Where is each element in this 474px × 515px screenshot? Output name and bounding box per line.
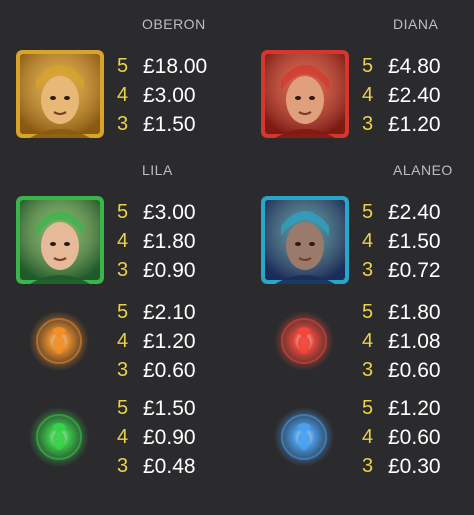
symbol-count: 4 (362, 330, 374, 352)
pay-row: 4 £2.40 (362, 81, 441, 110)
pay-row: 3 £0.48 (117, 452, 196, 481)
red-fairy-orb-icon (273, 310, 335, 372)
symbol-count: 3 (362, 455, 374, 477)
blue-fairy-orb-icon (273, 406, 335, 468)
symbol-count: 3 (117, 259, 129, 281)
lila-portrait (16, 196, 104, 284)
payout-amount: £2.40 (388, 200, 441, 224)
pay-row: 4 £1.50 (362, 227, 441, 256)
pay-row: 3 £0.72 (362, 256, 441, 285)
symbol-count: 3 (117, 359, 129, 381)
payout-amount: £0.90 (143, 258, 196, 282)
symbol-count: 4 (362, 84, 374, 106)
symbol-count: 5 (117, 201, 129, 223)
pay-values: 5 £4.80 4 £2.40 3 £1.20 (362, 52, 441, 139)
symbol-name: ALANEO (393, 162, 453, 178)
payout-amount: £1.20 (388, 396, 441, 420)
symbol-name: DIANA (393, 16, 439, 32)
pay-row: 4 £1.20 (117, 327, 196, 356)
symbol-count: 4 (362, 230, 374, 252)
symbol-count: 3 (117, 455, 129, 477)
alaneo-portrait (261, 196, 349, 284)
payout-amount: £0.60 (388, 425, 441, 449)
pay-row: 3 £1.50 (117, 110, 207, 139)
symbol-count: 3 (117, 113, 129, 135)
pay-row: 3 £0.60 (362, 356, 441, 385)
pay-row: 5 £3.00 (117, 198, 196, 227)
payout-amount: £2.10 (143, 300, 196, 324)
symbol-count: 5 (117, 55, 129, 77)
symbol-count: 3 (362, 359, 374, 381)
payout-amount: £1.20 (388, 112, 441, 136)
pay-row: 5 £2.10 (117, 298, 196, 327)
pay-values: 5 £18.00 4 £3.00 3 £1.50 (117, 52, 207, 139)
oberon-portrait (16, 50, 104, 138)
payout-amount: £3.00 (143, 83, 196, 107)
pay-values: 5 £1.20 4 £0.60 3 £0.30 (362, 394, 441, 481)
payout-amount: £0.48 (143, 454, 196, 478)
pay-row: 4 £0.60 (362, 423, 441, 452)
pay-values: 5 £1.80 4 £1.08 3 £0.60 (362, 298, 441, 385)
pay-row: 4 £3.00 (117, 81, 207, 110)
pay-row: 5 £4.80 (362, 52, 441, 81)
symbol-count: 5 (362, 201, 374, 223)
pay-row: 5 £2.40 (362, 198, 441, 227)
payout-amount: £1.80 (143, 229, 196, 253)
diana-portrait (261, 50, 349, 138)
symbol-count: 4 (117, 230, 129, 252)
pay-row: 3 £0.60 (117, 356, 196, 385)
symbol-count: 3 (362, 259, 374, 281)
payout-amount: £18.00 (143, 54, 208, 78)
symbol-count: 4 (117, 84, 129, 106)
payout-amount: £0.90 (143, 425, 196, 449)
payout-amount: £3.00 (143, 200, 196, 224)
symbol-count: 5 (362, 397, 374, 419)
pay-row: 5 £18.00 (117, 52, 207, 81)
pay-row: 4 £1.80 (117, 227, 196, 256)
symbol-count: 5 (117, 397, 129, 419)
payout-amount: £1.80 (388, 300, 441, 324)
pay-row: 5 £1.50 (117, 394, 196, 423)
pay-row: 5 £1.20 (362, 394, 441, 423)
pay-row: 3 £0.30 (362, 452, 441, 481)
symbol-count: 4 (362, 426, 374, 448)
pay-values: 5 £2.10 4 £1.20 3 £0.60 (117, 298, 196, 385)
payout-amount: £0.30 (388, 454, 441, 478)
symbol-name: LILA (142, 162, 173, 178)
symbol-count: 5 (362, 301, 374, 323)
payout-amount: £1.50 (388, 229, 441, 253)
payout-amount: £4.80 (388, 54, 441, 78)
symbol-count: 5 (362, 55, 374, 77)
symbol-count: 5 (117, 301, 129, 323)
pay-values: 5 £1.50 4 £0.90 3 £0.48 (117, 394, 196, 481)
payout-amount: £0.60 (143, 358, 196, 382)
payout-amount: £1.50 (143, 112, 196, 136)
pay-row: 4 £1.08 (362, 327, 441, 356)
green-fairy-orb-icon (28, 406, 90, 468)
pay-values: 5 £3.00 4 £1.80 3 £0.90 (117, 198, 196, 285)
payout-amount: £0.72 (388, 258, 441, 282)
symbol-count: 4 (117, 426, 129, 448)
payout-amount: £0.60 (388, 358, 441, 382)
symbol-name: OBERON (142, 16, 206, 32)
pay-row: 3 £1.20 (362, 110, 441, 139)
pay-row: 5 £1.80 (362, 298, 441, 327)
payout-amount: £2.40 (388, 83, 441, 107)
pay-values: 5 £2.40 4 £1.50 3 £0.72 (362, 198, 441, 285)
symbol-count: 3 (362, 113, 374, 135)
payout-amount: £1.08 (388, 329, 441, 353)
pay-row: 4 £0.90 (117, 423, 196, 452)
symbol-count: 4 (117, 330, 129, 352)
payout-amount: £1.20 (143, 329, 196, 353)
payout-amount: £1.50 (143, 396, 196, 420)
pay-row: 3 £0.90 (117, 256, 196, 285)
orange-fairy-orb-icon (28, 310, 90, 372)
